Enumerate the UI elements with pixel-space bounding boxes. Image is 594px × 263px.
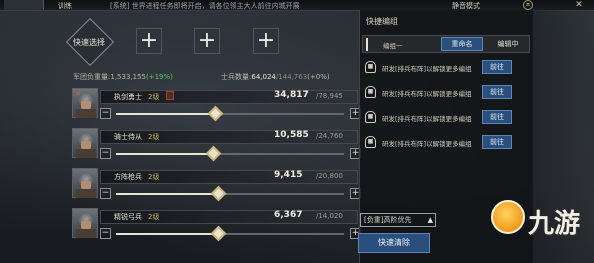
locked-group-row: ■ 研发[排兵布阵]以解锁更多编组 前往 bbox=[362, 109, 530, 127]
panel-title: 快捷编组 bbox=[366, 17, 398, 26]
troop-max: /14,020 bbox=[316, 212, 343, 220]
unlock-hint: 研发[排兵布阵]以解锁更多编组 bbox=[382, 140, 472, 148]
add-slot-button[interactable]: + bbox=[194, 28, 220, 54]
watermark-logo bbox=[491, 200, 525, 234]
troop-name: 精锐弓兵 bbox=[114, 213, 142, 221]
crest-emblem bbox=[4, 0, 44, 10]
watermark-text: 九游 bbox=[528, 209, 581, 239]
cross-icon: ✕ bbox=[75, 90, 81, 98]
troop-count: 9,415 bbox=[274, 170, 303, 180]
troop-max: /24,760 bbox=[316, 132, 343, 140]
decrease-button[interactable]: − bbox=[100, 188, 111, 199]
armor-icon bbox=[76, 149, 96, 158]
decrease-button[interactable]: − bbox=[100, 228, 111, 239]
army-load-value: 1,533,155 bbox=[110, 73, 146, 81]
troop-name: 骑士侍从 bbox=[114, 133, 142, 141]
goto-button[interactable]: 前往 bbox=[482, 135, 512, 149]
troop-slider[interactable] bbox=[116, 193, 344, 195]
quick-select-label: 快速选择 bbox=[73, 38, 105, 47]
slider-knob[interactable] bbox=[210, 185, 227, 202]
add-slot-button[interactable]: + bbox=[253, 28, 279, 54]
slider-fill bbox=[116, 153, 214, 155]
triangle-up-icon: ▲ bbox=[427, 216, 433, 224]
armor-icon bbox=[76, 229, 96, 238]
face-icon bbox=[81, 181, 91, 189]
troop-level: 2级 bbox=[148, 173, 160, 181]
troop-slider[interactable] bbox=[116, 233, 344, 235]
unlock-hint: 研发[排兵布阵]以解锁更多编组 bbox=[382, 90, 472, 98]
rename-button[interactable]: 重命名 bbox=[441, 37, 483, 51]
goto-button[interactable]: 前往 bbox=[482, 85, 512, 99]
slider-fill bbox=[116, 193, 219, 195]
face-icon bbox=[81, 221, 91, 229]
troop-row: 精锐弓兵 2级 6,367 /14,020 − + bbox=[72, 208, 366, 246]
coin-icon: ¤ bbox=[523, 0, 533, 10]
slider-fill bbox=[116, 233, 219, 235]
quick-clear-button[interactable]: 快速清除 bbox=[358, 233, 430, 253]
troop-level: 2级 bbox=[148, 213, 160, 221]
troop-level: 2级 bbox=[148, 93, 160, 101]
troop-row: 骑士侍从 2级 10,585 /24,760 − + bbox=[72, 128, 366, 166]
army-load-label: 军团负重量: bbox=[73, 73, 111, 81]
soldier-count-cap: /144,763 bbox=[275, 73, 308, 81]
troop-row: 方阵枪兵 2级 9,415 /20,800 − + bbox=[72, 168, 366, 206]
soldier-count-value: 64,024 bbox=[251, 73, 276, 81]
goto-button[interactable]: 前往 bbox=[482, 110, 512, 124]
lock-icon: ■ bbox=[365, 111, 376, 123]
troop-avatar[interactable] bbox=[72, 168, 98, 198]
troop-level: 2级 bbox=[148, 133, 160, 141]
locked-group-row: ■ 研发[排兵布阵]以解锁更多编组 前往 bbox=[362, 84, 530, 102]
slider-knob[interactable] bbox=[210, 225, 227, 242]
decrease-button[interactable]: − bbox=[100, 148, 111, 159]
priority-dropdown[interactable]: [负重]高阶优先 ▲ bbox=[360, 213, 436, 227]
pin-icon bbox=[366, 38, 374, 51]
troop-slider[interactable] bbox=[116, 153, 344, 155]
soldier-count-label: 士兵数量: bbox=[221, 73, 252, 81]
add-slot-button[interactable]: + bbox=[136, 28, 162, 54]
system-bulletin[interactable]: [系统] 世界进程任务即将开启，请各位领主大人前往内城开展 bbox=[110, 1, 360, 11]
troop-max: /78,945 bbox=[316, 92, 343, 100]
troop-row: ✕ 执剑勇士 2级 34,817 /78,945 − + bbox=[72, 88, 366, 126]
locked-group-row: ■ 研发[排兵布阵]以解锁更多编组 前往 bbox=[362, 134, 530, 152]
armor-icon bbox=[76, 189, 96, 198]
troop-max: /20,800 bbox=[316, 172, 343, 180]
goto-button[interactable]: 前往 bbox=[482, 60, 512, 74]
rank-badge-icon bbox=[166, 91, 174, 100]
troop-avatar[interactable] bbox=[72, 208, 98, 238]
face-icon bbox=[81, 141, 91, 149]
troop-slider[interactable] bbox=[116, 113, 344, 115]
locked-group-row: ■ 研发[排兵布阵]以解锁更多编组 前往 bbox=[362, 59, 530, 77]
window-title: 训练 bbox=[58, 2, 72, 10]
armor-icon bbox=[76, 109, 96, 118]
soldier-count-stat: 士兵数量:64,024/144,763(+0%) bbox=[221, 72, 330, 82]
lock-icon: ■ bbox=[365, 61, 376, 73]
army-load-stat: 军团负重量:1,533,155(+19%) bbox=[73, 72, 173, 82]
unlock-hint: 研发[排兵布阵]以解锁更多编组 bbox=[382, 115, 472, 123]
slider-knob[interactable] bbox=[207, 105, 224, 122]
dropdown-value: [负重]高阶优先 bbox=[364, 216, 412, 224]
troop-name: 执剑勇士 bbox=[114, 93, 142, 101]
unlock-hint: 研发[排兵布阵]以解锁更多编组 bbox=[382, 65, 472, 73]
troop-avatar[interactable]: ✕ bbox=[72, 88, 98, 118]
troop-count: 10,585 bbox=[274, 130, 309, 140]
group-row[interactable]: 编组一 重命名 编辑中 bbox=[362, 35, 530, 53]
face-icon bbox=[81, 101, 91, 109]
troop-count: 34,817 bbox=[274, 90, 309, 100]
decrease-button[interactable]: − bbox=[100, 108, 111, 119]
soldier-count-bonus: (+0%) bbox=[307, 73, 330, 81]
slider-fill bbox=[116, 113, 216, 115]
lock-icon: ■ bbox=[365, 136, 376, 148]
lock-icon: ■ bbox=[365, 86, 376, 98]
slider-knob[interactable] bbox=[205, 145, 222, 162]
group-name: 编组一 bbox=[383, 42, 403, 50]
troop-avatar[interactable] bbox=[72, 128, 98, 158]
troop-count: 6,367 bbox=[274, 210, 303, 220]
troop-name: 方阵枪兵 bbox=[114, 173, 142, 181]
editing-status: 编辑中 bbox=[497, 40, 519, 48]
army-load-bonus: (+19%) bbox=[146, 73, 173, 81]
